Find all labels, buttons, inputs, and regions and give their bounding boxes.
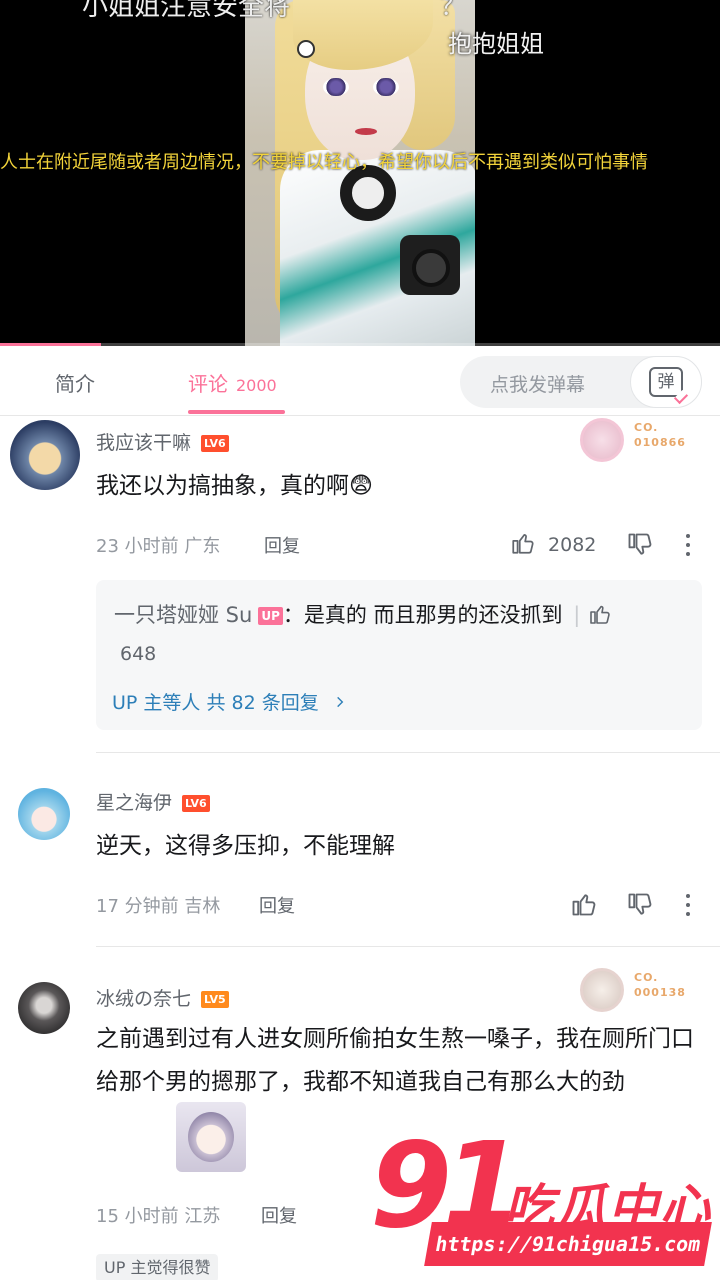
video-subtitle-yellow: 人士在附近尾随或者周边情况，不要掉以轻心，希望你以后不再遇到类似可怕事情 — [0, 152, 648, 173]
danmaku-toggle-button[interactable]: 弹 — [630, 356, 702, 408]
reply-preview-content: ：是真的 而且那男的还没抓到 — [282, 603, 563, 627]
video-camera — [400, 235, 460, 295]
level-badge: LV6 — [201, 435, 229, 452]
reply-button[interactable]: 回复 — [261, 1202, 297, 1228]
comment-meta: 23 小时前 广东 — [96, 532, 220, 558]
comment-username[interactable]: 冰绒の奈七 LV5 — [96, 984, 229, 1011]
watermark-url: https://91chigua15.com — [424, 1222, 712, 1266]
emoji-sticker[interactable] — [176, 1102, 246, 1172]
level-badge: LV5 — [201, 991, 229, 1008]
tab-intro[interactable]: 简介 — [55, 368, 95, 397]
up-liked-badge: UP 主觉得很赞 — [96, 1254, 219, 1280]
avatar[interactable] — [18, 788, 70, 840]
like-button[interactable]: 2082 — [510, 530, 596, 556]
thumb-up-icon — [512, 534, 534, 554]
fan-medal[interactable]: CO. 000138 — [580, 968, 710, 1014]
up-tag: UP — [258, 607, 283, 625]
avatar[interactable] — [10, 420, 80, 490]
video-eye-left — [323, 78, 349, 96]
reply-preview-user[interactable]: 一只塔娅娅 Su — [114, 603, 252, 627]
more-icon[interactable] — [685, 894, 691, 918]
more-icon[interactable] — [685, 534, 691, 558]
tab-active-underline — [188, 410, 285, 414]
comment-time: 23 小时前 — [96, 536, 179, 557]
thumb-down-icon[interactable] — [626, 891, 654, 919]
video-player[interactable]: 小姐姐注意安全将？ 抱抱姐姐 人士在附近尾随或者周边情况，不要掉以轻心，希望你以… — [0, 0, 720, 346]
comment-location: 江苏 — [184, 1206, 221, 1227]
thumb-up-icon[interactable] — [570, 890, 598, 918]
reply-button[interactable]: 回复 — [259, 892, 295, 918]
level-badge: LV6 — [182, 795, 210, 812]
thumb-up-icon — [590, 605, 611, 624]
reply-like-count: 648 — [120, 643, 157, 665]
comment-username[interactable]: 星之海伊 LV6 — [96, 788, 210, 815]
comment-time: 17 分钟前 — [96, 896, 179, 917]
tab-comments-label: 评论 — [188, 372, 228, 396]
tab-bar: 简介 评论 2000 点我发弹幕 弹 — [0, 346, 720, 416]
video-eye-right — [373, 78, 399, 96]
avatar[interactable] — [18, 982, 70, 1034]
comment-content: 逆天，这得多压抑，不能理解 — [96, 833, 395, 859]
comment-username-text: 冰绒の奈七 — [96, 988, 192, 1010]
view-all-replies-link[interactable]: UP 主等人 共 82 条回复 — [112, 688, 347, 715]
fan-medal-avatar — [580, 968, 624, 1012]
thumb-down-icon[interactable] — [626, 531, 654, 559]
video-subtitle-top: 小姐姐注意安全将？ — [82, 0, 467, 22]
divider — [96, 752, 720, 753]
divider — [96, 946, 720, 947]
comment-time: 15 小时前 — [96, 1206, 179, 1227]
comment-location: 广东 — [184, 536, 221, 557]
comment-username-text: 我应该干嘛 — [96, 432, 192, 454]
reply-button[interactable]: 回复 — [264, 532, 300, 558]
tab-comments-count: 2000 — [236, 376, 277, 395]
watermark: 91 吃瓜中心 https://91chigua15.com — [364, 1116, 720, 1280]
comment-username-text: 星之海伊 — [96, 792, 173, 814]
sticker-face — [188, 1112, 234, 1162]
fan-medal[interactable]: CO. 010866 — [580, 418, 710, 464]
video-subtitle-right: 抱抱姐姐 — [448, 30, 544, 58]
fan-medal-text: CO. 000138 — [634, 971, 686, 999]
comment-meta: 17 分钟前 吉林 — [96, 892, 220, 918]
like-count: 2082 — [548, 534, 597, 556]
chevron-right-icon — [336, 696, 344, 708]
tab-comments[interactable]: 评论 2000 — [188, 368, 277, 397]
comment-location: 吉林 — [184, 896, 221, 917]
comment-content: 之前遇到过有人进女厕所偷拍女生熬一嗓子，我在厕所门口给那个男的摁那了，我都不知道… — [96, 1026, 694, 1095]
comment-meta: 15 小时前 江苏 — [96, 1202, 220, 1228]
reply-preview-box[interactable]: 一只塔娅娅 Su UP ：是真的 而且那男的还没抓到 | 648 UP 主等人 共 … — [96, 580, 702, 730]
fan-medal-avatar — [580, 418, 624, 462]
video-lips — [355, 128, 377, 135]
danmaku-placeholder: 点我发弹幕 — [490, 374, 586, 396]
danmaku-icon: 弹 — [649, 367, 683, 397]
comment-content: 我还以为搞抽象，真的啊😨 — [96, 473, 373, 499]
comment-username[interactable]: 我应该干嘛 LV6 — [96, 428, 229, 455]
video-hair-clip — [297, 40, 315, 58]
reply-preview-text: 一只塔娅娅 Su UP ：是真的 而且那男的还没抓到 | 648 — [114, 596, 654, 673]
view-all-replies-text: UP 主等人 共 82 条回复 — [112, 692, 319, 714]
fan-medal-text: CO. 010866 — [634, 421, 686, 449]
danmaku-input[interactable]: 点我发弹幕 弹 — [460, 356, 702, 408]
reply-separator: | — [573, 603, 581, 627]
